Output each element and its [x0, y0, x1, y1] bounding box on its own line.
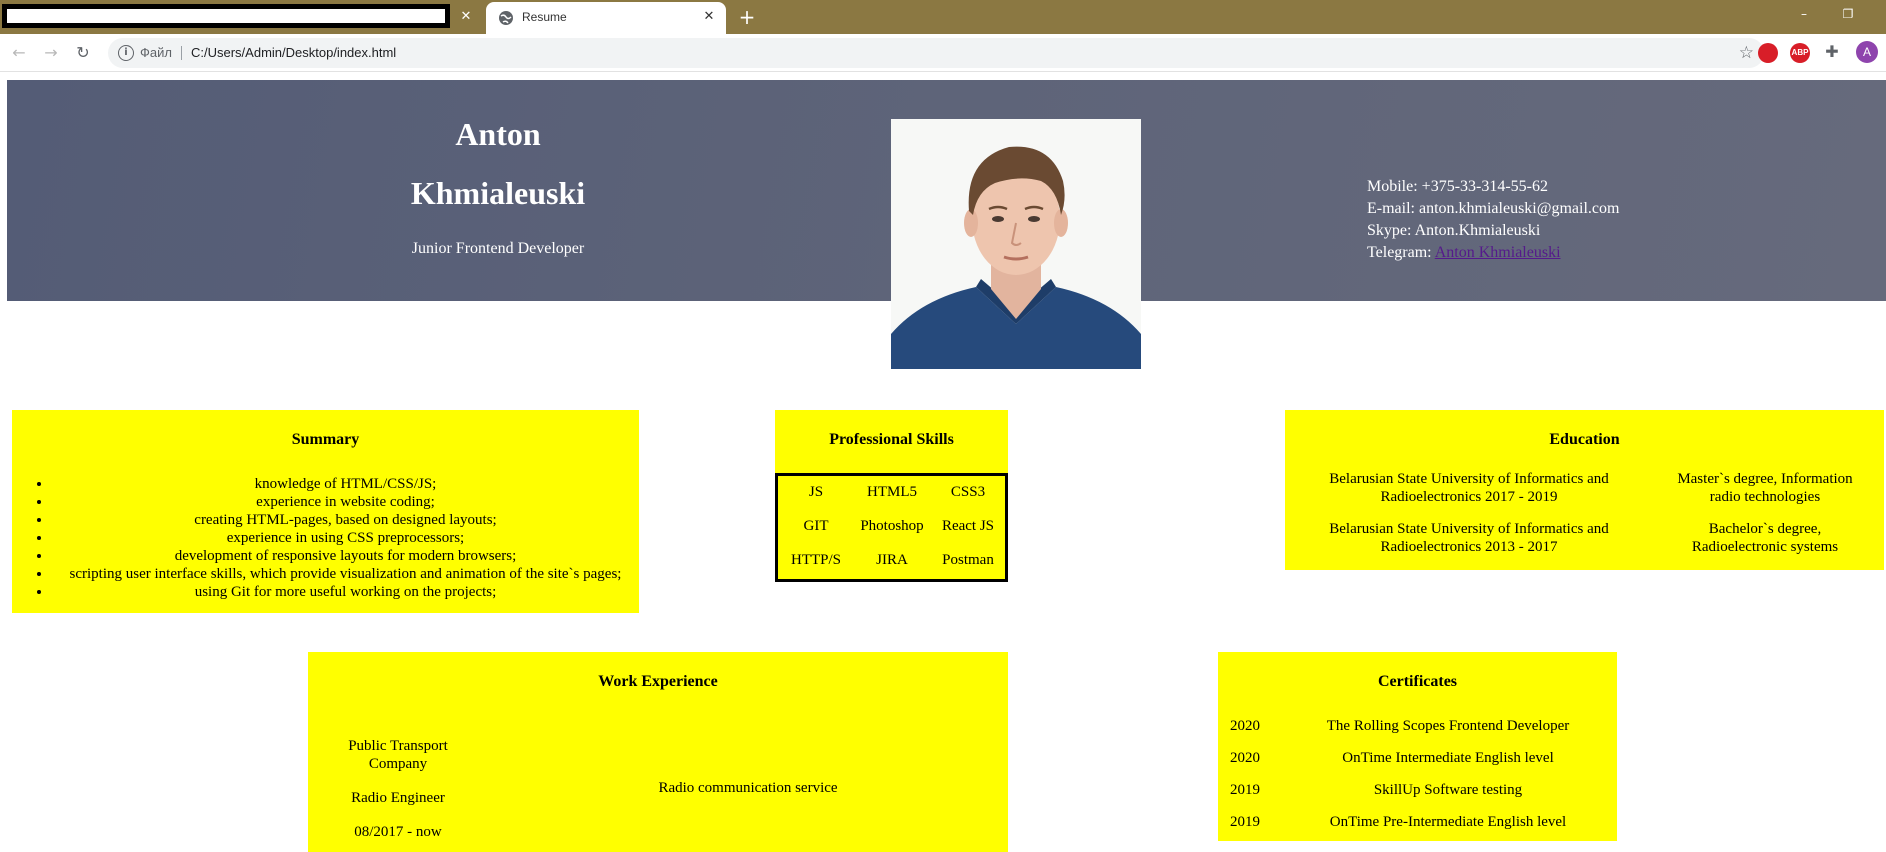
minimize-icon[interactable]: –	[1794, 4, 1814, 24]
forward-arrow-icon[interactable]: →	[40, 42, 62, 64]
summary-item: development of responsive layouts for mo…	[52, 547, 639, 565]
restore-icon[interactable]: ❐	[1838, 4, 1858, 24]
summary-item: using Git for more useful working on the…	[52, 583, 639, 601]
bookmark-star-icon[interactable]: ☆	[1739, 42, 1754, 64]
skills-card: Professional Skills	[775, 410, 1008, 473]
reload-icon[interactable]: ↻	[72, 42, 94, 64]
education-degree: Master`s degree, Information radio techn…	[1677, 471, 1853, 505]
contact-telegram: Telegram: Anton Khmialeuski	[1367, 242, 1619, 264]
work-description: Radio communication service	[658, 780, 838, 796]
skill-item: JIRA	[876, 552, 908, 568]
adblock-icon[interactable]	[1758, 43, 1778, 63]
education-title: Education	[1549, 431, 1620, 448]
summary-title: Summary	[291, 431, 360, 448]
summary-item: scripting user interface skills, which p…	[52, 565, 639, 583]
last-name: Khmialeuski	[410, 175, 586, 211]
telegram-link[interactable]: Anton Khmialeuski	[1435, 244, 1561, 261]
education-degree: Bachelor`s degree, Radioelectronic syste…	[1691, 521, 1839, 555]
summary-item: experience in website coding;	[52, 493, 639, 511]
summary-item: creating HTML-pages, based on designed l…	[52, 511, 639, 529]
skill-item: GIT	[803, 518, 829, 534]
summary-item: experience in using CSS preprocessors;	[52, 529, 639, 547]
close-tab-icon[interactable]: ✕	[700, 8, 718, 26]
work-position: Radio Engineer	[351, 790, 445, 806]
skill-item: HTTP/S	[790, 552, 841, 568]
skill-item: HTML5	[867, 484, 917, 500]
contacts-block: Mobile: +375-33-314-55-62 E-mail: anton.…	[1367, 176, 1619, 264]
close-tab-icon[interactable]: ✕	[455, 6, 477, 28]
work-company: Public Transport Company	[348, 738, 448, 772]
certificate-name: OnTime Pre-Intermediate English level	[1329, 814, 1567, 830]
skill-item: Photoshop	[860, 518, 924, 534]
certificate-year: 2019	[1230, 814, 1260, 830]
contact-mobile: Mobile: +375-33-314-55-62	[1367, 178, 1548, 195]
skills-grid: JS HTML5 CSS3 GIT Photoshop React JS HTT…	[775, 473, 1008, 582]
work-title: Work Experience	[598, 673, 718, 690]
tab-resume[interactable]: Resume ✕	[486, 2, 726, 34]
contact-skype: Skype: Anton.Khmialeuski	[1367, 222, 1541, 239]
telegram-label: Telegram:	[1367, 244, 1435, 261]
certificates-title: Certificates	[1377, 673, 1458, 690]
profile-avatar[interactable]: A	[1856, 41, 1878, 63]
portrait-image	[891, 119, 1141, 369]
browser-titlebar: ✕ Resume ✕ + – ❐	[0, 0, 1886, 34]
certificate-year: 2019	[1230, 782, 1260, 798]
skill-item: CSS3	[950, 484, 986, 500]
skills-title: Professional Skills	[829, 431, 954, 448]
address-bar[interactable]: i Файл C:/Users/Admin/Desktop/index.html…	[108, 38, 1764, 68]
globe-icon	[499, 11, 513, 25]
education-place: Belarusian State University of Informati…	[1329, 521, 1609, 555]
skill-item: React JS	[941, 518, 995, 534]
certificate-name: The Rolling Scopes Frontend Developer	[1326, 718, 1570, 734]
certificates-card: Certificates 2020 The Rolling Scopes Fro…	[1218, 652, 1617, 841]
first-name: Anton	[455, 116, 541, 152]
education-place: Belarusian State University of Informati…	[1329, 471, 1609, 505]
info-icon[interactable]: i	[118, 45, 134, 61]
certificate-name: SkillUp Software testing	[1373, 782, 1523, 798]
new-tab-icon[interactable]: +	[736, 6, 758, 28]
back-arrow-icon[interactable]: ←	[8, 42, 30, 64]
contact-email: E-mail: anton.khmialeuski@gmail.com	[1367, 200, 1620, 217]
scheme-label: Файл	[140, 45, 172, 60]
skill-item: Postman	[942, 552, 994, 568]
redacted-tab-fill	[7, 9, 445, 23]
summary-item: knowledge of HTML/CSS/JS;	[52, 475, 639, 493]
extensions-puzzle-icon[interactable]: ✚	[1822, 42, 1842, 62]
resume-page: Anton Khmialeuski Junior Frontend Develo…	[0, 73, 1886, 852]
certificate-year: 2020	[1230, 750, 1260, 766]
certificate-year: 2020	[1230, 718, 1260, 734]
tab-title: Resume	[522, 10, 567, 24]
address-separator	[181, 46, 182, 60]
profile-photo	[891, 119, 1141, 369]
certificate-name: OnTime Intermediate English level	[1342, 750, 1554, 766]
summary-card: Summary knowledge of HTML/CSS/JS; experi…	[12, 410, 639, 613]
job-title: Junior Frontend Developer	[411, 240, 585, 257]
browser-toolbar: ← → ↻ i Файл C:/Users/Admin/Desktop/inde…	[0, 34, 1886, 72]
work-card: Work Experience Public Transport Company…	[308, 652, 1008, 852]
url-text[interactable]: C:/Users/Admin/Desktop/index.html	[191, 45, 396, 60]
redacted-tab[interactable]	[2, 4, 450, 28]
abp-icon[interactable]: ABP	[1790, 43, 1810, 63]
work-period: 08/2017 - now	[354, 824, 442, 840]
skill-item: JS	[808, 484, 824, 500]
education-card: Education Belarusian State University of…	[1285, 410, 1884, 570]
summary-list: knowledge of HTML/CSS/JS; experience in …	[12, 475, 639, 601]
